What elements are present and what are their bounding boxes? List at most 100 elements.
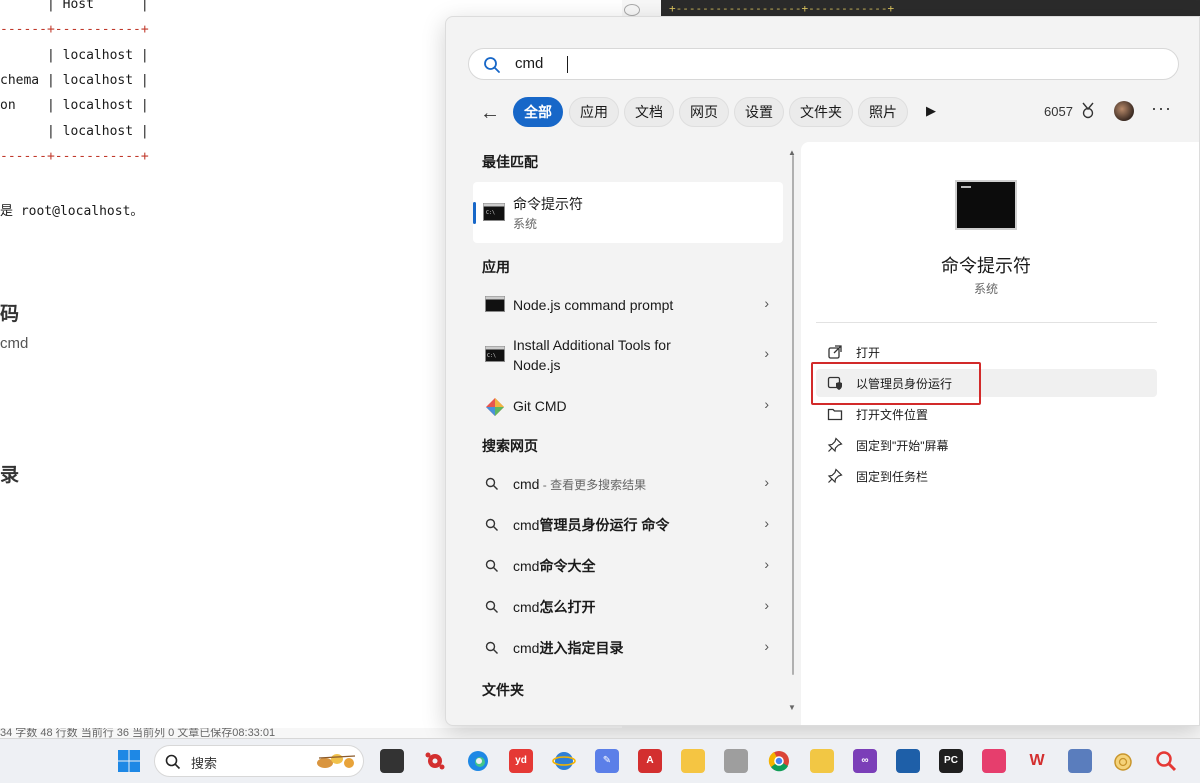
selection-indicator xyxy=(473,202,476,224)
filter-chip-documents[interactable]: 文档 xyxy=(624,97,674,127)
chevron-right-icon[interactable]: › xyxy=(764,638,769,654)
table-line: | Host | xyxy=(0,0,149,12)
search-input[interactable]: cmd xyxy=(468,48,1179,80)
taskbar-app-chrome-icon[interactable] xyxy=(767,749,791,773)
web-result-query: cmd xyxy=(513,476,540,492)
web-result-item[interactable]: cmd怎么打开 › xyxy=(473,593,783,623)
web-result-suffix: - 查看更多搜索结果 xyxy=(539,478,647,492)
search-icon xyxy=(485,518,499,537)
web-result-query: cmd xyxy=(513,558,540,574)
action-run-as-admin[interactable]: 以管理员身份运行 xyxy=(816,369,1157,397)
taskbar-app-files-icon[interactable] xyxy=(380,749,404,773)
rewards-points[interactable]: 6057 xyxy=(1044,104,1073,119)
filter-chip-folders[interactable]: 文件夹 xyxy=(789,97,853,127)
filter-chip-apps[interactable]: 应用 xyxy=(569,97,619,127)
chevron-right-icon[interactable]: › xyxy=(764,295,769,311)
search-query-text: cmd xyxy=(515,55,544,72)
taskbar-app-bluetooth-icon[interactable] xyxy=(896,749,920,773)
web-result-rest: 管理员身份运行 命令 xyxy=(539,517,670,533)
filter-chip-photos[interactable]: 照片 xyxy=(858,97,908,127)
section-header-apps: 应用 xyxy=(482,259,510,275)
action-pin-to-start[interactable]: 固定到"开始"屏幕 xyxy=(816,431,1157,459)
doc-heading: 码 xyxy=(0,304,20,325)
action-label: 以管理员身份运行 xyxy=(856,377,953,391)
web-result-item[interactable]: cmd管理员身份运行 命令 › xyxy=(473,511,783,541)
taskbar-app-snail-icon[interactable] xyxy=(1111,749,1135,773)
scrollbar[interactable] xyxy=(792,155,794,675)
web-result-query: cmd xyxy=(513,599,540,615)
taskbar-app-search-tool-icon[interactable] xyxy=(1154,749,1178,773)
taskbar-app-game-icon[interactable] xyxy=(810,749,834,773)
chevron-right-icon[interactable]: › xyxy=(764,396,769,412)
taskbar-app-pycharm-icon[interactable]: PC xyxy=(939,749,963,773)
play-more-filters-icon[interactable]: ▶ xyxy=(926,103,936,119)
preview-title: 命令提示符 xyxy=(941,256,1031,276)
taskbar-app-wps-icon[interactable]: W xyxy=(1025,749,1049,773)
taskbar-app-xmind-icon[interactable] xyxy=(982,749,1006,773)
taskbar-app-edge-icon[interactable] xyxy=(466,749,490,773)
search-icon xyxy=(485,600,499,619)
web-result-rest: 进入指定目录 xyxy=(539,640,624,656)
scroll-down-arrow-icon[interactable]: ▼ xyxy=(788,703,796,712)
taskbar: 搜索 yd ✎ A ∞ PC W xyxy=(0,738,1200,783)
filter-chip-web[interactable]: 网页 xyxy=(679,97,729,127)
app-result-item[interactable]: Node.js command prompt › xyxy=(473,287,783,323)
web-result-query: cmd xyxy=(513,640,540,656)
action-label: 固定到任务栏 xyxy=(856,470,929,484)
action-pin-to-taskbar[interactable]: 固定到任务栏 xyxy=(816,462,1157,490)
app-result-label: Git CMD xyxy=(513,398,567,414)
taskbar-app-network-icon[interactable] xyxy=(1068,749,1092,773)
cmd-icon xyxy=(955,180,1017,230)
action-open[interactable]: 打开 xyxy=(816,338,1157,366)
filter-chip-settings[interactable]: 设置 xyxy=(734,97,784,127)
more-options-icon[interactable]: ··· xyxy=(1151,98,1172,119)
section-header-folders: 文件夹 xyxy=(482,682,524,698)
table-separator: ------+-----------+ xyxy=(0,149,149,164)
table-line: | localhost | xyxy=(0,48,149,63)
web-result-label: cmd管理员身份运行 命令 xyxy=(513,515,669,535)
filter-bar: ← 全部 应用 文档 网页 设置 文件夹 照片 ▶ 6057 ··· xyxy=(446,96,1199,130)
app-result-label-line: Node.js xyxy=(513,357,561,373)
best-match-item[interactable]: C:\ 命令提示符 系统 xyxy=(473,182,783,243)
filter-chip-all[interactable]: 全部 xyxy=(513,97,563,127)
web-result-label: cmd命令大全 xyxy=(513,556,595,576)
back-arrow-icon[interactable]: ← xyxy=(480,102,500,125)
taskbar-app-visual-studio-icon[interactable]: ∞ xyxy=(853,749,877,773)
app-result-item[interactable]: Git CMD › xyxy=(473,392,783,422)
web-result-rest: 命令大全 xyxy=(539,558,596,574)
chevron-right-icon[interactable]: › xyxy=(764,474,769,490)
user-avatar[interactable] xyxy=(1114,101,1134,121)
web-result-item[interactable]: cmd - 查看更多搜索结果 › xyxy=(473,470,783,500)
search-icon xyxy=(485,559,499,578)
web-result-item[interactable]: cmd命令大全 › xyxy=(473,552,783,582)
doc-text: cmd xyxy=(0,335,29,352)
chevron-right-icon[interactable]: › xyxy=(764,515,769,531)
taskbar-app-acrobat-icon[interactable]: A xyxy=(638,749,662,773)
taskbar-app-notes-icon[interactable]: ✎ xyxy=(595,749,619,773)
eye-icon[interactable] xyxy=(624,4,640,16)
taskbar-app-database-icon[interactable] xyxy=(724,749,748,773)
chevron-right-icon[interactable]: › xyxy=(764,345,769,361)
taskbar-app-file-explorer-icon[interactable] xyxy=(681,749,705,773)
preview-subtitle: 系统 xyxy=(973,282,998,296)
search-icon xyxy=(485,641,499,660)
status-bar: 34 字数 48 行数 当前行 36 当前列 0 文章已保存08:33:01 xyxy=(0,728,276,738)
web-result-item[interactable]: cmd进入指定目录 › xyxy=(473,634,783,664)
chevron-right-icon[interactable]: › xyxy=(764,597,769,613)
search-icon xyxy=(485,477,499,496)
chevron-right-icon[interactable]: › xyxy=(764,556,769,572)
results-list: 最佳匹配 C:\ 命令提示符 系统 应用 Node.js command pro… xyxy=(468,142,808,725)
windows-start-icon[interactable] xyxy=(117,749,141,773)
taskbar-search-box[interactable]: 搜索 xyxy=(154,745,364,777)
app-result-item[interactable]: C:\ Install Additional Tools for Node.js… xyxy=(473,332,783,378)
table-line: chema | localhost | xyxy=(0,73,149,88)
action-open-file-location[interactable]: 打开文件位置 xyxy=(816,400,1157,428)
medal-icon[interactable] xyxy=(1080,102,1096,125)
taskbar-app-youdao-icon[interactable]: yd xyxy=(509,749,533,773)
web-result-label: cmd - 查看更多搜索结果 xyxy=(513,474,646,495)
git-icon xyxy=(485,397,505,422)
taskbar-app-ie-icon[interactable] xyxy=(552,749,576,773)
divider xyxy=(816,322,1157,323)
svg-text:C:\: C:\ xyxy=(486,210,495,216)
taskbar-app-gear-icon[interactable] xyxy=(423,749,447,773)
